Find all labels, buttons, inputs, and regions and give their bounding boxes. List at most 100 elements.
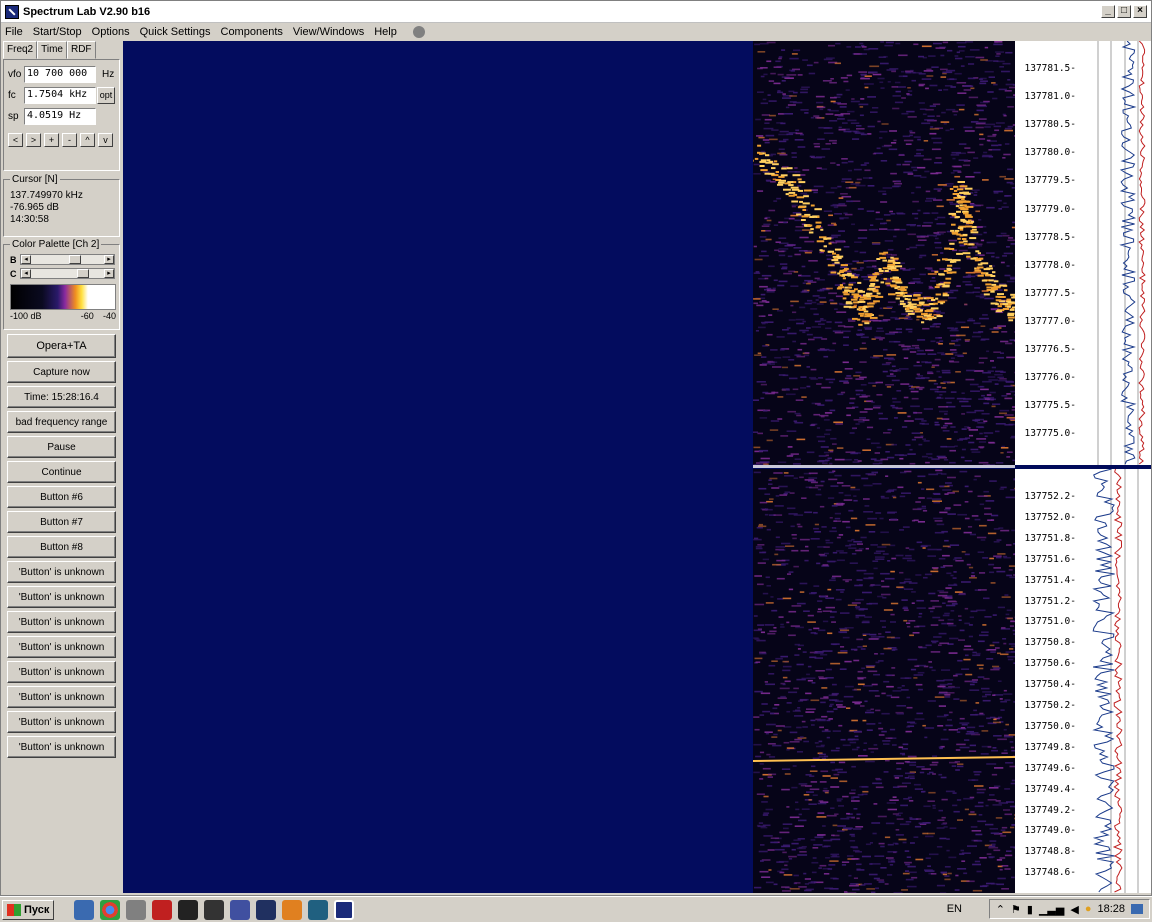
brightness-slider[interactable]: ◂ ▸ [20,254,115,265]
update-icon[interactable]: ● [1085,903,1092,915]
user-button-15[interactable]: 'Button' is unknown [7,686,116,708]
noise-speck [929,388,939,391]
noise-speck [1003,809,1011,811]
waterfall-bottom[interactable] [753,469,1015,893]
user-button-8[interactable]: Button #7 [7,511,116,533]
noise-speck [769,429,779,431]
user-button-7[interactable]: Button #6 [7,486,116,508]
user-button-10[interactable]: 'Button' is unknown [7,561,116,583]
sp-input[interactable]: 4.0519 Hz [24,108,96,125]
noise-speck [1000,529,1010,532]
arrow-right-icon[interactable]: ▸ [104,269,114,278]
user-button-1[interactable]: Opera+TA [7,334,116,358]
noise-speck [809,592,816,595]
noise-speck [836,559,845,562]
user-button-14[interactable]: 'Button' is unknown [7,661,116,683]
volume-icon[interactable]: ◀ [1070,903,1078,916]
tray-arrow-icon[interactable]: ⌃ [996,903,1005,916]
menu-options[interactable]: Options [92,26,130,38]
arrow-left-icon[interactable]: ◂ [21,255,31,264]
clock[interactable]: 18:28 [1097,903,1125,915]
noise-speck [993,849,1001,852]
user-button-13[interactable]: 'Button' is unknown [7,636,116,658]
signal-speck [962,233,968,236]
nav-right-button[interactable]: > [26,133,41,147]
arrow-left-icon[interactable]: ◂ [21,269,31,278]
noise-speck [929,764,938,766]
noise-speck [988,563,995,566]
contrast-slider[interactable]: ◂ ▸ [20,268,115,279]
spectrum-display[interactable]: 137781.5- 137781.0- 137780.5- 137780.0- 1377… [123,41,1151,893]
minimize-button[interactable]: _ [1101,5,1115,18]
close-button[interactable]: × [1133,5,1147,18]
chrome-icon[interactable] [100,899,121,920]
noise-speck [892,496,897,499]
menu-quick-settings[interactable]: Quick Settings [140,26,211,38]
signal-icon[interactable]: ▁▃▅ [1039,903,1064,916]
nav-plus-button[interactable]: + [44,133,59,147]
nav-minus-button[interactable]: - [62,133,77,147]
noise-speck [814,145,820,148]
user-button-17[interactable]: 'Button' is unknown [7,736,116,758]
menu-start-stop[interactable]: Start/Stop [33,26,82,38]
noise-speck [964,739,970,741]
noise-speck [929,84,938,87]
user-button-2[interactable]: Capture now [7,361,116,383]
noise-speck [771,609,778,612]
user-button-3[interactable]: Time: 15:28:16.4 [7,386,116,408]
user-button-11[interactable]: 'Button' is unknown [7,586,116,608]
noise-speck [996,539,1002,541]
app-icon-gray[interactable] [126,899,147,920]
slider-thumb[interactable] [77,269,89,278]
noise-speck [996,356,1004,359]
menu-file[interactable]: File [5,26,23,38]
nav-up-button[interactable]: ^ [80,133,95,147]
tab-time[interactable]: Time [37,41,67,59]
app-icon-dark[interactable] [204,899,225,920]
vfo-input[interactable]: 10 700 000 [24,66,96,83]
flag-icon[interactable]: ⚑ [1011,903,1021,916]
menu-view-windows[interactable]: View/Windows [293,26,364,38]
app-icon-black[interactable] [178,899,199,920]
noise-speck [892,786,900,788]
app-icon-blue[interactable] [230,899,251,920]
empty-display-area[interactable] [123,41,753,893]
fc-row: fc 1.7504 kHz opt [8,85,115,106]
user-button-9[interactable]: Button #8 [7,536,116,558]
arrow-right-icon[interactable]: ▸ [104,255,114,264]
noise-speck [938,692,948,695]
user-button-6[interactable]: Continue [7,461,116,483]
start-button[interactable]: Пуск [2,899,55,920]
user-button-5[interactable]: Pause [7,436,116,458]
globe-icon[interactable] [308,899,329,920]
network-icon[interactable]: ▮ [1027,903,1033,916]
language-indicator[interactable]: EN [947,903,962,915]
show-desktop-icon[interactable] [1131,904,1143,914]
user-button-12[interactable]: 'Button' is unknown [7,611,116,633]
maximize-button[interactable]: □ [1117,5,1131,18]
spectrum-lab-task-icon[interactable] [334,899,355,920]
noise-speck [941,111,946,114]
user-button-4[interactable]: bad frequency range [7,411,116,433]
firefox-icon[interactable] [282,899,303,920]
title-bar[interactable]: Spectrum Lab V2.90 b16 _ □ × [1,1,1151,23]
tab-freq2[interactable]: Freq2 [3,41,38,59]
noise-speck [961,860,966,862]
nav-down-button[interactable]: v [98,133,113,147]
fc-input[interactable]: 1.7504 kHz [24,87,96,104]
slider-thumb[interactable] [69,255,81,264]
menu-help[interactable]: Help [374,26,397,38]
tab-rdf[interactable]: RDF [66,41,96,59]
waterfall-top[interactable] [753,41,1015,465]
color-palette-bar[interactable] [10,284,116,310]
app-icon-red[interactable] [152,899,173,920]
user-button-16[interactable]: 'Button' is unknown [7,711,116,733]
signal-speck [989,265,993,268]
keyboard-icon[interactable] [74,899,95,920]
noise-speck [955,57,963,60]
nav-left-button[interactable]: < [8,133,23,147]
menu-components[interactable]: Components [221,26,283,38]
app-icon-navy[interactable] [256,899,277,920]
fc-opt-button[interactable]: opt [97,87,115,104]
app-icon[interactable] [5,4,19,19]
